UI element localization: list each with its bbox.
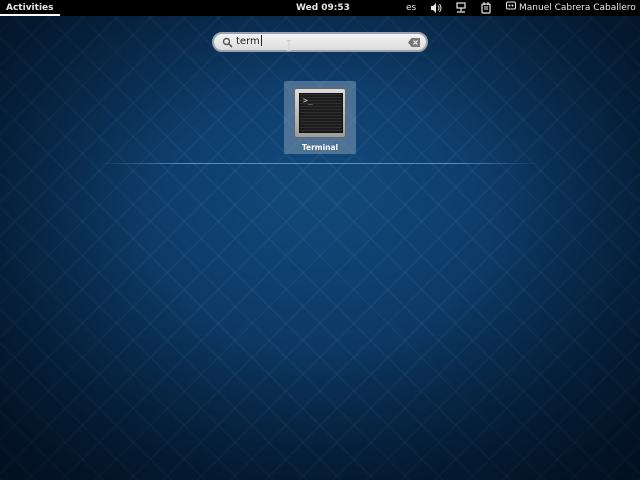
search-value: term [236,36,260,47]
user-name: Manuel Cabrera Caballero [519,3,636,13]
activities-button[interactable]: Activities [0,0,60,16]
power-icon[interactable] [480,2,492,14]
volume-icon[interactable] [430,2,442,14]
search-input[interactable]: term [236,34,262,50]
text-caret [260,35,262,46]
clock[interactable]: Wed 09:53 [296,0,350,16]
background-vignette [0,0,640,480]
search-entry[interactable]: term [212,32,428,52]
terminal-prompt-glyph: >_ [303,96,313,105]
search-icon [222,37,233,48]
user-menu[interactable]: Manuel Cabrera Caballero [506,0,636,16]
app-label: Terminal [301,143,339,152]
terminal-icon-screen: >_ [299,93,343,133]
terminal-icon: >_ [294,88,346,138]
user-status-icon [506,1,516,10]
app-result-terminal[interactable]: >_ Terminal [284,81,356,154]
results-separator [100,163,540,164]
clear-icon[interactable] [408,38,420,47]
top-bar: Activities Wed 09:53 es Manuel Cabrera C… [0,0,640,16]
mouse-cursor-ibeam [287,40,291,51]
keyboard-layout-indicator[interactable]: es [406,0,416,16]
network-icon[interactable] [455,2,467,14]
